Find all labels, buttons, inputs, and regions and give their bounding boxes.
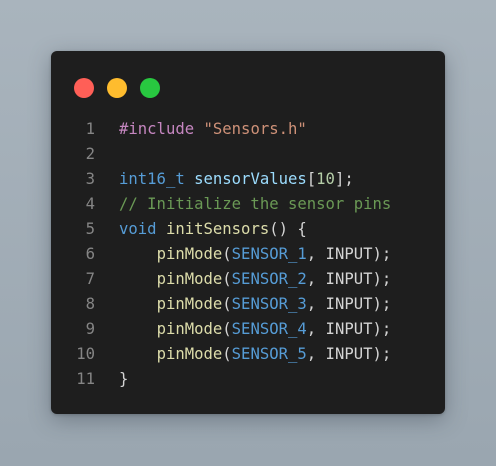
title-bar: [51, 51, 445, 121]
code-token: #include: [119, 120, 195, 138]
code-line: 3 int16_t sensorValues[10];: [51, 167, 445, 192]
line-source: void initSensors() {: [119, 217, 307, 242]
code-line: 2: [51, 142, 445, 167]
code-token: pinMode: [156, 245, 223, 263]
line-number: 1: [85, 120, 95, 138]
code-line: 7 pinMode(SENSOR_2, INPUT);: [51, 267, 445, 292]
line-number: 6: [85, 245, 95, 263]
line-number: 8: [85, 295, 95, 313]
line-number: 5: [85, 220, 95, 238]
code-token: (: [222, 320, 232, 338]
code-token: }: [119, 370, 129, 388]
code-token: , INPUT);: [306, 295, 392, 313]
code-editor: 1 #include "Sensors.h" 2 3 int16_t sensorVal…: [51, 117, 445, 392]
code-token: sensorValues: [194, 170, 307, 188]
code-token: initSensors: [165, 220, 270, 238]
line-number: 11: [76, 370, 95, 388]
code-token: SENSOR_2: [231, 270, 307, 288]
line-source: // Initialize the sensor pins: [119, 192, 391, 217]
code-token: , INPUT);: [306, 345, 392, 363]
code-line: 11}: [51, 367, 445, 392]
line-source: }: [119, 367, 128, 392]
code-line: 8 pinMode(SENSOR_3, INPUT);: [51, 292, 445, 317]
line-source: pinMode(SENSOR_2, INPUT);: [119, 267, 392, 292]
line-number: 4: [85, 195, 95, 213]
code-token: SENSOR_1: [231, 245, 307, 263]
line-source: pinMode(SENSOR_5, INPUT);: [119, 342, 392, 367]
line-number: 7: [85, 270, 95, 288]
code-token: SENSOR_3: [231, 295, 307, 313]
line-source: pinMode(SENSOR_3, INPUT);: [119, 292, 392, 317]
code-token: SENSOR_4: [231, 320, 307, 338]
code-token: 10: [316, 170, 335, 188]
code-token: SENSOR_5: [231, 345, 307, 363]
code-line: 9 pinMode(SENSOR_4, INPUT);: [51, 317, 445, 342]
code-token: pinMode: [156, 270, 223, 288]
code-token: [: [306, 170, 317, 188]
line-source: pinMode(SENSOR_1, INPUT);: [119, 242, 392, 267]
code-token: "Sensors.h": [203, 120, 307, 138]
code-token: void: [119, 220, 157, 238]
code-token: pinMode: [156, 295, 223, 313]
line-source: pinMode(SENSOR_4, INPUT);: [119, 317, 392, 342]
code-token: ];: [334, 170, 354, 188]
code-token: pinMode: [156, 345, 223, 363]
code-token: , INPUT);: [306, 320, 392, 338]
code-token: (: [222, 295, 232, 313]
code-token: , INPUT);: [306, 245, 392, 263]
code-token: , INPUT);: [306, 270, 392, 288]
code-line: 10 pinMode(SENSOR_5, INPUT);: [51, 342, 445, 367]
maximize-button[interactable]: [140, 78, 160, 98]
code-token: int16_t: [119, 170, 185, 188]
code-token: (: [222, 345, 232, 363]
line-number: 10: [76, 345, 95, 363]
code-line: 4 // Initialize the sensor pins: [51, 192, 445, 217]
line-source: #include "Sensors.h": [119, 117, 307, 142]
code-token: pinMode: [156, 320, 223, 338]
code-line: 1 #include "Sensors.h": [51, 117, 445, 142]
code-token: (: [222, 245, 232, 263]
code-token: // Initialize the sensor pins: [119, 195, 392, 213]
minimize-button[interactable]: [107, 78, 127, 98]
code-token: (: [222, 270, 232, 288]
line-number: 9: [85, 320, 95, 338]
close-button[interactable]: [74, 78, 94, 98]
code-line: 5 void initSensors() {: [51, 217, 445, 242]
line-number: 2: [85, 145, 95, 163]
line-number: 3: [85, 170, 95, 188]
code-token: () {: [269, 220, 307, 238]
code-window: 1 #include "Sensors.h" 2 3 int16_t sensorVal…: [51, 51, 445, 414]
line-source: int16_t sensorValues[10];: [119, 167, 354, 192]
code-line: 6 pinMode(SENSOR_1, INPUT);: [51, 242, 445, 267]
